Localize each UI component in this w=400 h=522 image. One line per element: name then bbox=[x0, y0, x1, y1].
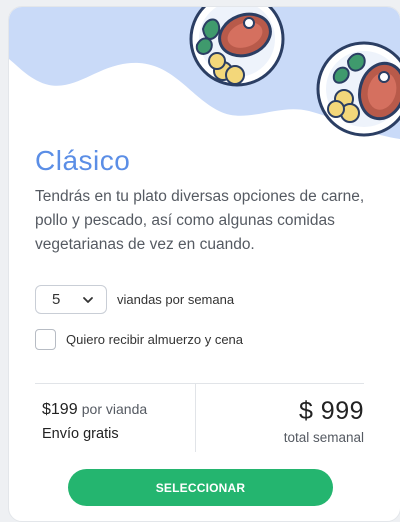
plate-icon bbox=[316, 41, 400, 137]
quantity-row: 5 viandas por semana bbox=[35, 285, 234, 314]
plate-icon bbox=[189, 7, 285, 87]
hero-illustration bbox=[9, 7, 400, 139]
lunch-dinner-checkbox[interactable] bbox=[35, 329, 56, 350]
quantity-value: 5 bbox=[52, 291, 61, 308]
divider bbox=[195, 384, 196, 452]
divider bbox=[35, 383, 364, 384]
select-button[interactable]: SELECCIONAR bbox=[68, 469, 333, 506]
total-amount: $ 999 bbox=[298, 397, 364, 425]
unit-price: $199 por vianda Envío gratis bbox=[42, 401, 147, 442]
unit-price-amount: $199 bbox=[42, 401, 78, 418]
weekly-total: $ 999 total semanal bbox=[284, 397, 364, 445]
lunch-dinner-option: Quiero recibir almuerzo y cena bbox=[35, 329, 243, 350]
quantity-label: viandas por semana bbox=[117, 292, 235, 307]
plan-card: Clásico Tendrás en tu plato diversas opc… bbox=[8, 6, 400, 522]
plan-title: Clásico bbox=[35, 145, 131, 176]
lunch-dinner-label[interactable]: Quiero recibir almuerzo y cena bbox=[66, 332, 243, 347]
unit-price-label: por vianda bbox=[81, 401, 148, 417]
total-label: total semanal bbox=[283, 430, 364, 445]
quantity-select[interactable]: 5 bbox=[35, 285, 107, 314]
plan-info: Clásico Tendrás en tu plato diversas opc… bbox=[35, 145, 375, 257]
chevron-down-icon bbox=[83, 296, 93, 303]
shipping-note: Envío gratis bbox=[42, 426, 119, 442]
plan-description: Tendrás en tu plato diversas opciones de… bbox=[35, 188, 365, 253]
